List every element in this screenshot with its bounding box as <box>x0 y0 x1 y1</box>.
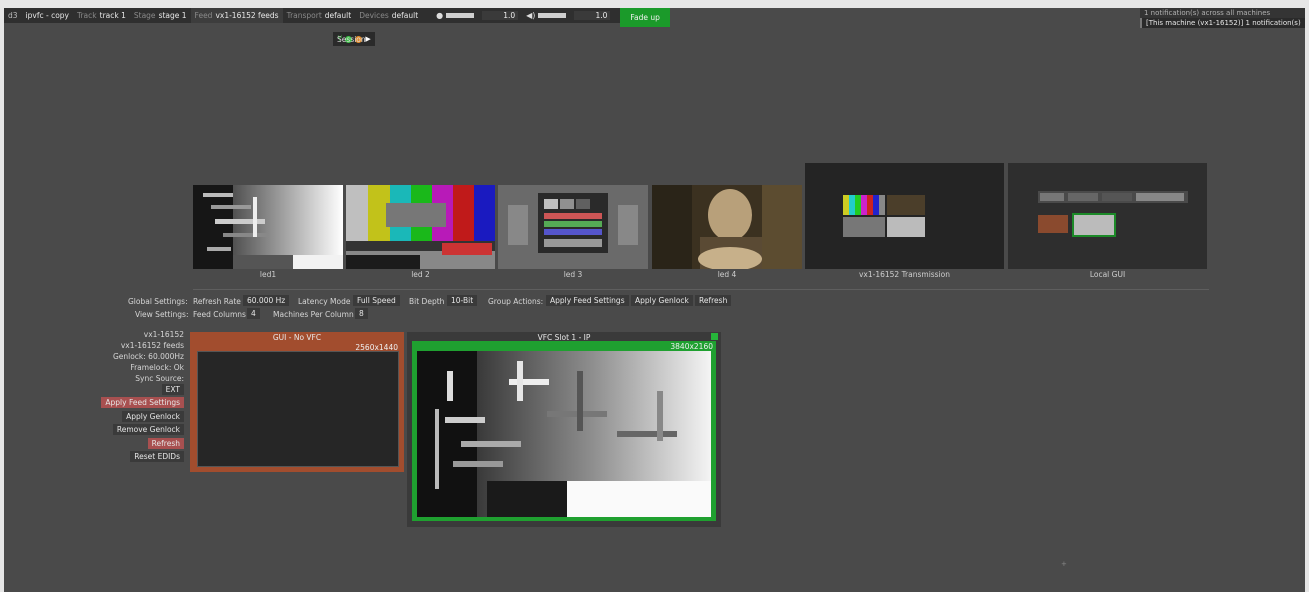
track-key: Track <box>76 11 97 20</box>
stage-key: Stage <box>133 11 156 20</box>
cursor-marker: + <box>1061 560 1067 568</box>
framelock-status: Framelock: Ok <box>130 363 184 372</box>
feed-thumbnail-led2[interactable]: led 2 <box>346 185 495 279</box>
led1-preview <box>193 185 343 269</box>
play-icon[interactable]: ▶ <box>365 35 370 43</box>
view-settings-label: View Settings: <box>135 310 189 319</box>
feed-value: vx1-16152 feeds <box>215 11 279 20</box>
volume-input[interactable]: 1.0 <box>574 11 611 20</box>
remove-genlock-button[interactable]: Remove Genlock <box>112 424 184 435</box>
top-bar: d3 ipvfc - copy Track track 1 Stage stage … <box>4 8 670 27</box>
vfc-status-indicator <box>711 333 718 340</box>
gui-output-screen <box>197 351 399 467</box>
sync-source-select[interactable]: EXT <box>161 384 184 395</box>
apply-genlock-button[interactable]: Apply Genlock <box>122 411 184 422</box>
vfc-output-panel[interactable]: VFC Slot 1 - IP 3840x2160 <box>407 332 721 527</box>
led2-preview <box>346 185 495 269</box>
track-selector[interactable]: Track track 1 <box>73 8 130 23</box>
thumbnail-caption: Local GUI <box>1089 270 1126 279</box>
volume-control: ◀) 1.0 <box>522 8 614 23</box>
devices-key: Devices <box>359 11 389 20</box>
thumbnail-caption: led 3 <box>563 270 583 279</box>
transmission-preview <box>805 163 1004 269</box>
brightness-input[interactable]: 1.0 <box>482 11 519 20</box>
group-actions-label: Group Actions: <box>488 297 544 306</box>
bit-depth-select[interactable]: 10-Bit <box>447 295 478 306</box>
feed-key: Feed <box>194 11 213 20</box>
thumbnail-caption: vx1-16152 Transmission <box>858 270 951 279</box>
devices-value: default <box>391 11 419 20</box>
volume-slider[interactable] <box>538 13 567 18</box>
session-widget[interactable]: Session ⑂ ▶ <box>333 32 375 46</box>
speaker-icon: ◀) <box>526 11 536 20</box>
feed-thumbnail-local-gui[interactable]: Local GUI <box>1008 163 1207 279</box>
sync-source-label: Sync Source: <box>135 374 184 383</box>
led3-preview <box>498 185 648 269</box>
global-settings-label: Global Settings: <box>128 297 188 306</box>
group-refresh-button[interactable]: Refresh <box>695 295 732 306</box>
transport-value: default <box>324 11 352 20</box>
refresh-rate-select[interactable]: 60.000 Hz <box>243 295 290 306</box>
feed-selector[interactable]: Feed vx1-16152 feeds <box>190 8 283 23</box>
apply-feed-settings-button[interactable]: Apply Feed Settings <box>101 397 184 408</box>
brightness-icon: ● <box>436 11 444 20</box>
app-logo[interactable]: d3 <box>4 8 22 23</box>
thumbnail-caption: led1 <box>259 270 277 279</box>
fade-up-button[interactable]: Fade up <box>620 8 670 27</box>
reset-edids-button[interactable]: Reset EDIDs <box>130 451 184 462</box>
local-gui-preview <box>1008 163 1207 269</box>
stage-selector[interactable]: Stage stage 1 <box>130 8 191 23</box>
led4-preview <box>652 185 802 269</box>
machine-panel: vx1-16152 vx1-16152 feeds Genlock: 60.00… <box>101 330 184 470</box>
app-window: d3 ipvfc - copy Track track 1 Stage stage … <box>4 8 1305 592</box>
transport-key: Transport <box>286 11 322 20</box>
feed-thumbnail-transmission[interactable]: vx1-16152 Transmission <box>805 163 1004 279</box>
machine-feeds: vx1-16152 feeds <box>120 341 184 350</box>
feed-thumbnail-led1[interactable]: led1 <box>193 185 343 279</box>
section-divider <box>193 289 1209 290</box>
brightness-control: ● 1.0 <box>432 8 522 23</box>
stage-value: stage 1 <box>158 11 187 20</box>
latency-mode-select[interactable]: Full Speed <box>353 295 400 306</box>
feed-thumbnail-led4[interactable]: led 4 <box>652 185 802 279</box>
vfc-output-screen <box>417 351 711 517</box>
brightness-slider[interactable] <box>446 13 475 18</box>
devices-selector[interactable]: Devices default <box>355 8 422 23</box>
session-label: Session <box>337 34 366 44</box>
feed-columns-input[interactable]: 4 <box>247 308 260 319</box>
machines-per-column-input[interactable]: 8 <box>355 308 368 319</box>
bit-depth-label: Bit Depth <box>409 297 445 306</box>
notification-panel[interactable]: 1 notification(s) across all machines [T… <box>1140 8 1305 28</box>
machines-per-column-label: Machines Per Column <box>273 310 354 319</box>
logo-text: d3 <box>8 11 18 20</box>
gui-output-panel[interactable]: GUI - No VFC 2560x1440 <box>190 332 404 472</box>
vfc-output-resolution: 3840x2160 <box>670 342 713 351</box>
refresh-rate-label: Refresh Rate <box>193 297 241 306</box>
refresh-button[interactable]: Refresh <box>147 438 184 449</box>
feed-thumbnail-led3[interactable]: led 3 <box>498 185 648 279</box>
track-value: track 1 <box>99 11 126 20</box>
genlock-status: Genlock: 60.000Hz <box>112 352 184 361</box>
feed-columns-label: Feed Columns <box>193 310 246 319</box>
project-name[interactable]: ipvfc - copy <box>22 8 73 23</box>
notification-local[interactable]: [This machine (vx1-16152)] 1 notificatio… <box>1140 18 1305 28</box>
group-apply-feed-settings-button[interactable]: Apply Feed Settings <box>546 295 629 306</box>
machine-name: vx1-16152 <box>143 330 184 339</box>
project-label: ipvfc - copy <box>25 11 69 20</box>
thumbnail-caption: led 4 <box>717 270 737 279</box>
latency-mode-label: Latency Mode <box>298 297 351 306</box>
group-apply-genlock-button[interactable]: Apply Genlock <box>631 295 693 306</box>
gui-output-title: GUI - No VFC <box>272 333 322 342</box>
transport-selector[interactable]: Transport default <box>283 8 356 23</box>
thumbnail-caption: led 2 <box>411 270 430 279</box>
notification-all[interactable]: 1 notification(s) across all machines <box>1140 8 1305 18</box>
